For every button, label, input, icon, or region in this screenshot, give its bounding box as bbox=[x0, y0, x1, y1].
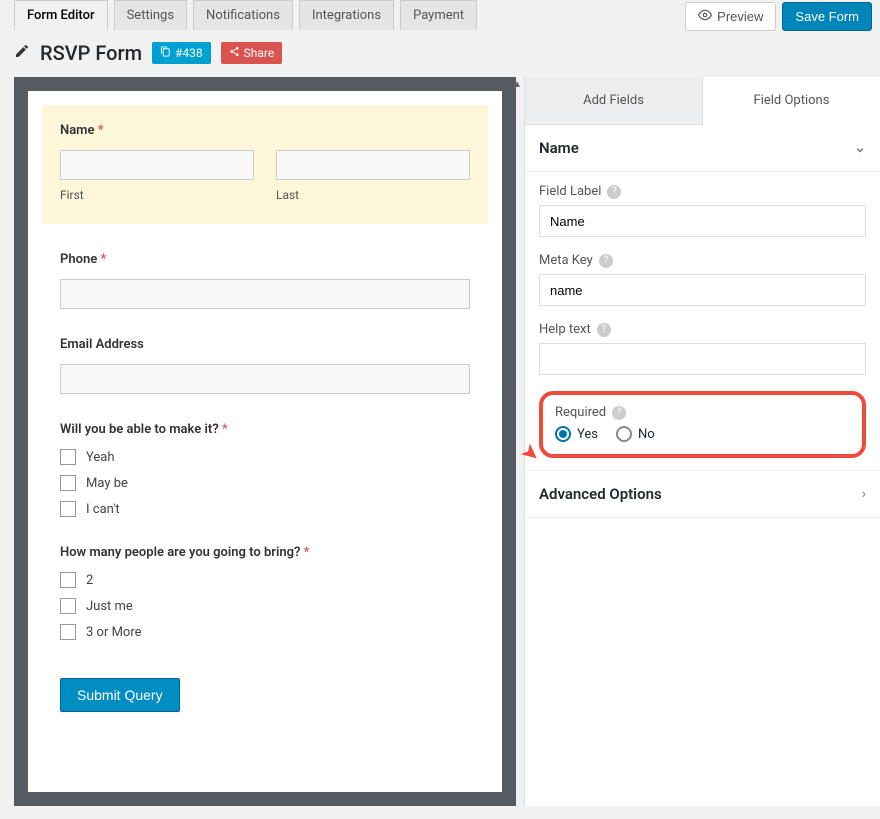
phone-input[interactable] bbox=[60, 279, 470, 309]
checkbox-icon bbox=[60, 449, 76, 465]
field-name[interactable]: Name * First Last bbox=[42, 105, 488, 224]
tab-settings[interactable]: Settings bbox=[114, 0, 187, 30]
radio-icon bbox=[555, 426, 571, 442]
section-name-toggle[interactable]: Name ⌄ bbox=[525, 125, 880, 172]
share-button[interactable]: Share bbox=[221, 42, 283, 64]
people-option[interactable]: 3 or More bbox=[60, 624, 470, 640]
checkbox-icon bbox=[60, 572, 76, 588]
field-label-label: Field Label bbox=[539, 184, 601, 199]
chevron-down-icon: ⌄ bbox=[854, 140, 866, 156]
first-sublabel: First bbox=[60, 188, 254, 202]
share-label: Share bbox=[244, 46, 275, 60]
people-option[interactable]: 2 bbox=[60, 572, 470, 588]
field-email[interactable]: Email Address bbox=[60, 337, 470, 394]
chevron-right-icon: › bbox=[862, 486, 866, 502]
field-label-input[interactable] bbox=[539, 205, 866, 237]
help-icon[interactable]: ? bbox=[612, 406, 626, 420]
last-name-input[interactable] bbox=[276, 150, 470, 180]
radio-icon bbox=[616, 426, 632, 442]
attend-label: Will you be able to make it? * bbox=[60, 422, 470, 437]
form-name: RSVP Form bbox=[40, 41, 142, 65]
form-id-label: #438 bbox=[175, 46, 203, 60]
name-label: Name * bbox=[60, 123, 470, 138]
checkbox-icon bbox=[60, 598, 76, 614]
form-id-badge[interactable]: #438 bbox=[152, 42, 211, 64]
meta-key-input[interactable] bbox=[539, 274, 866, 306]
tab-field-options[interactable]: Field Options bbox=[703, 77, 880, 125]
eye-icon bbox=[698, 8, 712, 25]
checkbox-icon bbox=[60, 501, 76, 517]
section-title: Name bbox=[539, 139, 579, 157]
advanced-options-label: Advanced Options bbox=[539, 485, 662, 503]
tab-add-fields[interactable]: Add Fields bbox=[525, 77, 703, 125]
required-highlight: ➤ Required? Yes No bbox=[539, 391, 866, 458]
preview-button[interactable]: Preview bbox=[685, 2, 776, 31]
required-no[interactable]: No bbox=[616, 426, 655, 442]
required-yes[interactable]: Yes bbox=[555, 426, 598, 442]
email-label: Email Address bbox=[60, 337, 470, 352]
tab-integrations[interactable]: Integrations bbox=[299, 0, 394, 30]
required-label: Required bbox=[555, 405, 606, 420]
people-label: How many people are you going to bring? … bbox=[60, 545, 470, 560]
help-icon[interactable]: ? bbox=[599, 254, 613, 268]
pencil-icon[interactable] bbox=[14, 43, 30, 63]
attend-option[interactable]: May be bbox=[60, 475, 470, 491]
tab-notifications[interactable]: Notifications bbox=[193, 0, 293, 30]
field-people[interactable]: How many people are you going to bring? … bbox=[60, 545, 470, 640]
form-canvas: Name * First Last Phone * bbox=[14, 77, 516, 806]
meta-key-label: Meta Key bbox=[539, 253, 593, 268]
tab-payment[interactable]: Payment bbox=[400, 0, 477, 30]
scroll-up-icon: ▲ bbox=[512, 79, 522, 90]
save-form-button[interactable]: Save Form bbox=[782, 2, 872, 31]
advanced-options-toggle[interactable]: Advanced Options › bbox=[525, 470, 880, 518]
field-attend[interactable]: Will you be able to make it? * Yeah May … bbox=[60, 422, 470, 517]
tab-form-editor[interactable]: Form Editor bbox=[14, 0, 108, 30]
checkbox-icon bbox=[60, 475, 76, 491]
last-sublabel: Last bbox=[276, 188, 470, 202]
people-option[interactable]: Just me bbox=[60, 598, 470, 614]
clipboard-icon bbox=[160, 46, 171, 60]
help-text-input[interactable] bbox=[539, 343, 866, 375]
main-tabs: Form Editor Settings Notifications Integ… bbox=[14, 0, 477, 30]
email-input[interactable] bbox=[60, 364, 470, 394]
help-text-label: Help text bbox=[539, 322, 591, 337]
field-phone[interactable]: Phone * bbox=[60, 252, 470, 309]
checkbox-icon bbox=[60, 624, 76, 640]
phone-label: Phone * bbox=[60, 252, 470, 267]
share-icon bbox=[229, 46, 240, 60]
submit-button[interactable]: Submit Query bbox=[60, 678, 180, 712]
first-name-input[interactable] bbox=[60, 150, 254, 180]
help-icon[interactable]: ? bbox=[607, 185, 621, 199]
attend-option[interactable]: I can't bbox=[60, 501, 470, 517]
preview-label: Preview bbox=[717, 9, 763, 24]
attend-option[interactable]: Yeah bbox=[60, 449, 470, 465]
help-icon[interactable]: ? bbox=[597, 323, 611, 337]
